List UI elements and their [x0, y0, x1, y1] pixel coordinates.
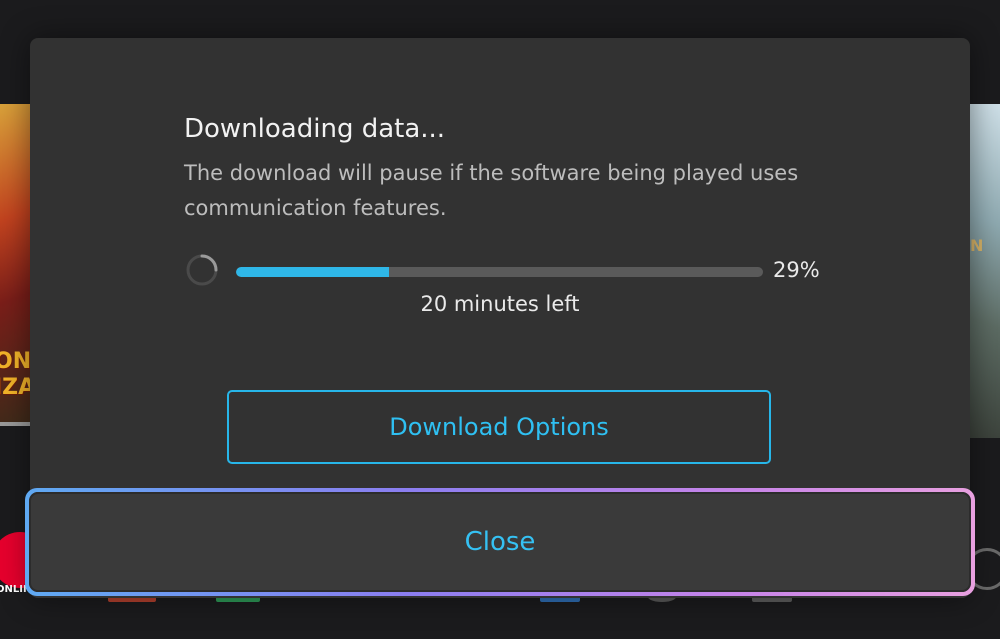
- home-screen: ONG IZA N ONLINE Downloading data... The…: [0, 0, 1000, 639]
- download-options-button[interactable]: Download Options: [227, 390, 771, 464]
- time-remaining: 20 minutes left: [420, 292, 580, 316]
- close-button[interactable]: Close: [29, 492, 971, 592]
- dialog-description: The download will pause if the software …: [184, 161, 799, 220]
- game-tile-right[interactable]: N: [968, 104, 1000, 438]
- close-button-focus-ring: Close: [25, 488, 975, 596]
- dialog-title: Downloading data...: [184, 114, 446, 144]
- tile-progress-strip: [0, 422, 30, 426]
- game-tile-right-title: N: [970, 236, 984, 255]
- game-tile-left-title: ONG IZA: [0, 349, 30, 400]
- download-progress-bar: [236, 267, 763, 277]
- download-progress-fill: [236, 267, 389, 277]
- game-tile-left[interactable]: ONG IZA: [0, 104, 30, 426]
- download-percent: 29%: [773, 258, 820, 282]
- loading-spinner-icon: [186, 254, 218, 286]
